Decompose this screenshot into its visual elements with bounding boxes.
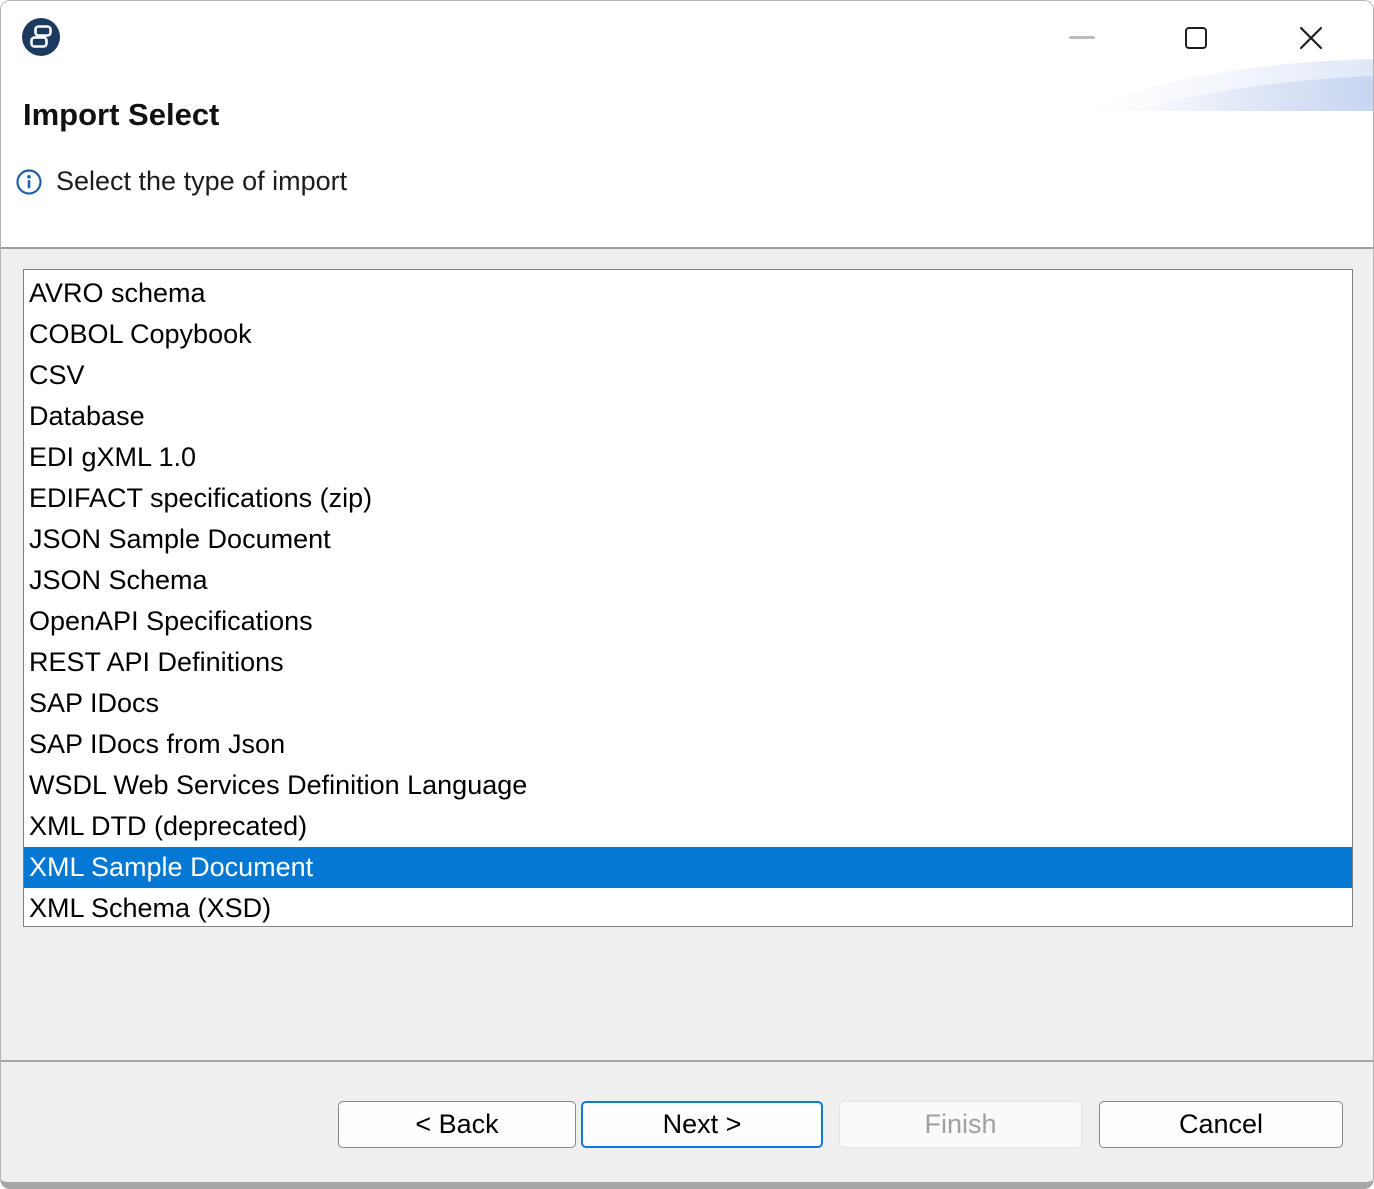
- list-item[interactable]: SAP IDocs: [24, 683, 1352, 724]
- list-item[interactable]: JSON Schema: [24, 560, 1352, 601]
- list-item[interactable]: OpenAPI Specifications: [24, 601, 1352, 642]
- list-item[interactable]: WSDL Web Services Definition Language: [24, 765, 1352, 806]
- back-button[interactable]: < Back: [338, 1101, 576, 1148]
- list-item[interactable]: JSON Sample Document: [24, 519, 1352, 560]
- list-item[interactable]: REST API Definitions: [24, 642, 1352, 683]
- list-item[interactable]: SAP IDocs from Json: [24, 724, 1352, 765]
- dialog-header: Import Select Select the type of import: [1, 1, 1373, 247]
- page-subtitle: Select the type of import: [56, 166, 347, 197]
- minimize-button: [1069, 36, 1095, 39]
- info-icon: [15, 168, 43, 196]
- list-item[interactable]: AVRO schema: [24, 273, 1352, 314]
- page-title: Import Select: [23, 97, 219, 133]
- cancel-button[interactable]: Cancel: [1099, 1101, 1343, 1148]
- import-select-dialog: Import Select Select the type of import …: [0, 0, 1374, 1189]
- import-type-list[interactable]: AVRO schemaCOBOL CopybookCSVDatabaseEDI …: [23, 269, 1353, 927]
- button-bar-separator: [1, 1060, 1373, 1062]
- list-item-selected[interactable]: XML Sample Document: [24, 847, 1352, 888]
- dialog-body: AVRO schemaCOBOL CopybookCSVDatabaseEDI …: [1, 249, 1373, 1182]
- list-item[interactable]: EDI gXML 1.0: [24, 437, 1352, 478]
- list-item[interactable]: COBOL Copybook: [24, 314, 1352, 355]
- decorative-swoosh: [1073, 59, 1373, 111]
- app-logo-icon: [22, 18, 60, 56]
- next-button[interactable]: Next >: [581, 1101, 823, 1148]
- list-item[interactable]: CSV: [24, 355, 1352, 396]
- list-item[interactable]: XML Schema (XSD): [24, 888, 1352, 927]
- maximize-button[interactable]: [1185, 27, 1207, 49]
- list-item[interactable]: XML DTD (deprecated): [24, 806, 1352, 847]
- close-button[interactable]: [1298, 25, 1324, 51]
- list-item[interactable]: EDIFACT specifications (zip): [24, 478, 1352, 519]
- finish-button: Finish: [839, 1101, 1082, 1148]
- list-item[interactable]: Database: [24, 396, 1352, 437]
